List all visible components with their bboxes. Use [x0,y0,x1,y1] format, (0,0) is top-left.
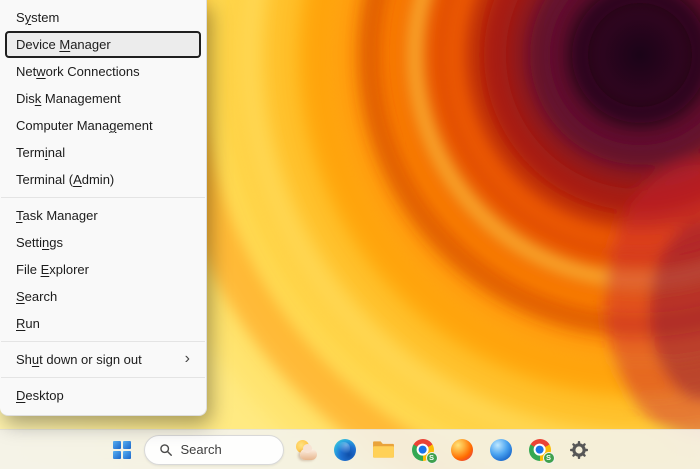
menu-item-computer-management[interactable]: Computer Management [5,112,201,139]
windows-logo-icon [112,440,131,459]
file-explorer-button[interactable] [367,433,401,467]
menu-item-device-manager[interactable]: Device Manager [5,31,201,58]
menu-separator [1,197,205,198]
weather-icon [295,439,317,461]
menu-item-label: Computer Management [16,118,153,133]
menu-item-system[interactable]: System [5,4,201,31]
menu-item-label: Disk Management [16,91,121,106]
menu-item-shut-down-or-sign-out[interactable]: Shut down or sign out › [5,346,201,373]
menu-separator [1,377,205,378]
chrome-button-1[interactable]: S [406,433,440,467]
menu-item-label: Settings [16,235,63,250]
search-icon [159,443,172,456]
chrome-button-2[interactable]: S [523,433,557,467]
submenu-chevron-icon: › [184,349,190,367]
menu-item-label: Shut down or sign out [16,352,142,367]
menu-item-terminal-admin[interactable]: Terminal (Admin) [5,166,201,193]
menu-item-label: Network Connections [16,64,140,79]
blue-app-icon [489,438,512,461]
profile-badge: S [542,451,555,464]
profile-badge: S [425,451,438,464]
start-button[interactable] [105,433,139,467]
folder-icon [373,441,394,458]
edge-icon [333,438,356,461]
firefox-icon [450,438,473,461]
menu-item-file-explorer[interactable]: File Explorer [5,256,201,283]
menu-item-terminal[interactable]: Terminal [5,139,201,166]
blue-app-button[interactable] [484,433,518,467]
menu-item-disk-management[interactable]: Disk Management [5,85,201,112]
menu-item-search[interactable]: Search [5,283,201,310]
menu-separator [1,341,205,342]
menu-item-label: System [16,10,60,25]
settings-button[interactable] [562,433,596,467]
menu-item-desktop[interactable]: Desktop [5,382,201,409]
firefox-button[interactable] [445,433,479,467]
menu-item-label: Task Manager [16,208,98,223]
menu-item-label: Terminal (Admin) [16,172,115,187]
menu-item-label: Device Manager [16,37,111,52]
chrome-icon: S [528,438,555,464]
gear-icon [569,440,588,459]
menu-item-task-manager[interactable]: Task Manager [5,202,201,229]
search-label: Search [180,442,222,457]
taskbar: Search S S [0,429,700,469]
menu-item-label: Run [16,316,40,331]
menu-item-network-connections[interactable]: Network Connections [5,58,201,85]
taskbar-search[interactable]: Search [143,434,284,465]
winx-menu: System Device Manager Network Connection… [0,0,207,416]
widgets-button[interactable] [289,433,323,467]
menu-item-label: Desktop [16,388,64,403]
menu-item-label: File Explorer [16,262,89,277]
menu-item-label: Search [16,289,58,304]
edge-button[interactable] [328,433,362,467]
menu-item-label: Terminal [16,145,66,160]
chrome-icon: S [411,438,438,464]
menu-item-run[interactable]: Run [5,310,201,337]
screen: System Device Manager Network Connection… [0,0,700,469]
menu-item-settings[interactable]: Settings [5,229,201,256]
